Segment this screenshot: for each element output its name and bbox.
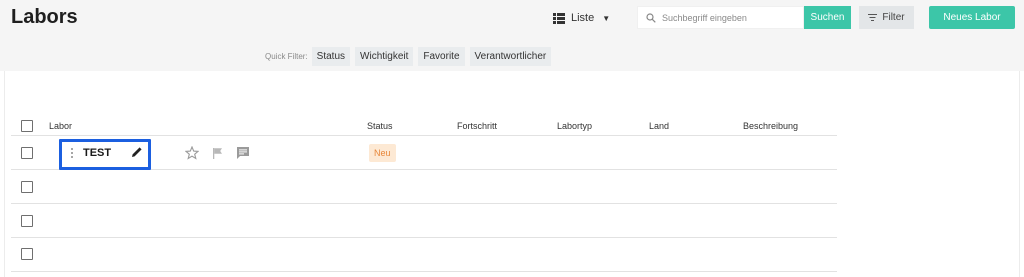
column-header-labor[interactable]: Labor [49,121,72,131]
table-row[interactable]: TEST Neu [11,137,837,170]
column-header-beschreibung[interactable]: Beschreibung [743,121,798,131]
page-title: Labors [11,6,78,28]
column-header-fortschritt[interactable]: Fortschritt [457,121,497,131]
quick-filter-status[interactable]: Status [311,47,351,66]
flag-icon[interactable] [212,147,223,159]
filter-button-label: Filter [882,12,905,23]
table-row [11,205,837,238]
labor-name[interactable]: TEST [83,147,111,159]
search-button[interactable]: Suchen [804,6,851,29]
new-labor-button[interactable]: Neues Labor [929,6,1015,29]
column-header-status[interactable]: Status [367,121,393,131]
filter-icon [868,14,878,21]
list-view-icon [553,12,565,24]
row-checkbox[interactable] [21,181,33,193]
view-select[interactable]: Liste ▼ [553,9,610,27]
row-checkbox[interactable] [21,215,33,227]
quick-filter-verantwortlicher[interactable]: Verantwortlicher [469,47,552,66]
content-area: Labor Status Fortschritt Labortyp Land B… [4,71,1020,277]
table-row [11,239,837,272]
column-header-land[interactable]: Land [649,121,669,131]
view-select-label: Liste [571,12,595,24]
quick-filter-label: Quick Filter: [265,52,308,61]
pencil-icon[interactable] [131,146,143,158]
status-badge: Neu [369,144,396,162]
table-row [11,171,837,204]
quick-filter-favorite[interactable]: Favorite [418,47,465,66]
table-header: Labor Status Fortschritt Labortyp Land B… [11,119,837,136]
drag-handle-icon[interactable] [70,148,74,160]
search-input[interactable] [662,12,802,23]
search-icon [646,12,656,23]
select-all-checkbox[interactable] [21,120,33,132]
comment-icon[interactable] [236,146,250,160]
chevron-down-icon: ▼ [602,13,611,23]
quick-filter-wichtigkeit[interactable]: Wichtigkeit [355,47,414,66]
quick-filter: Quick Filter: Status Wichtigkeit Favorit… [265,47,556,66]
top-bar: Labors Liste ▼ Suchen Filter Neues Labor… [0,0,1024,71]
row-checkbox[interactable] [21,248,33,260]
filter-button[interactable]: Filter [859,6,914,29]
search-box [637,6,804,29]
row-checkbox[interactable] [21,147,33,159]
star-icon[interactable] [185,146,199,160]
column-header-labortyp[interactable]: Labortyp [557,121,592,131]
